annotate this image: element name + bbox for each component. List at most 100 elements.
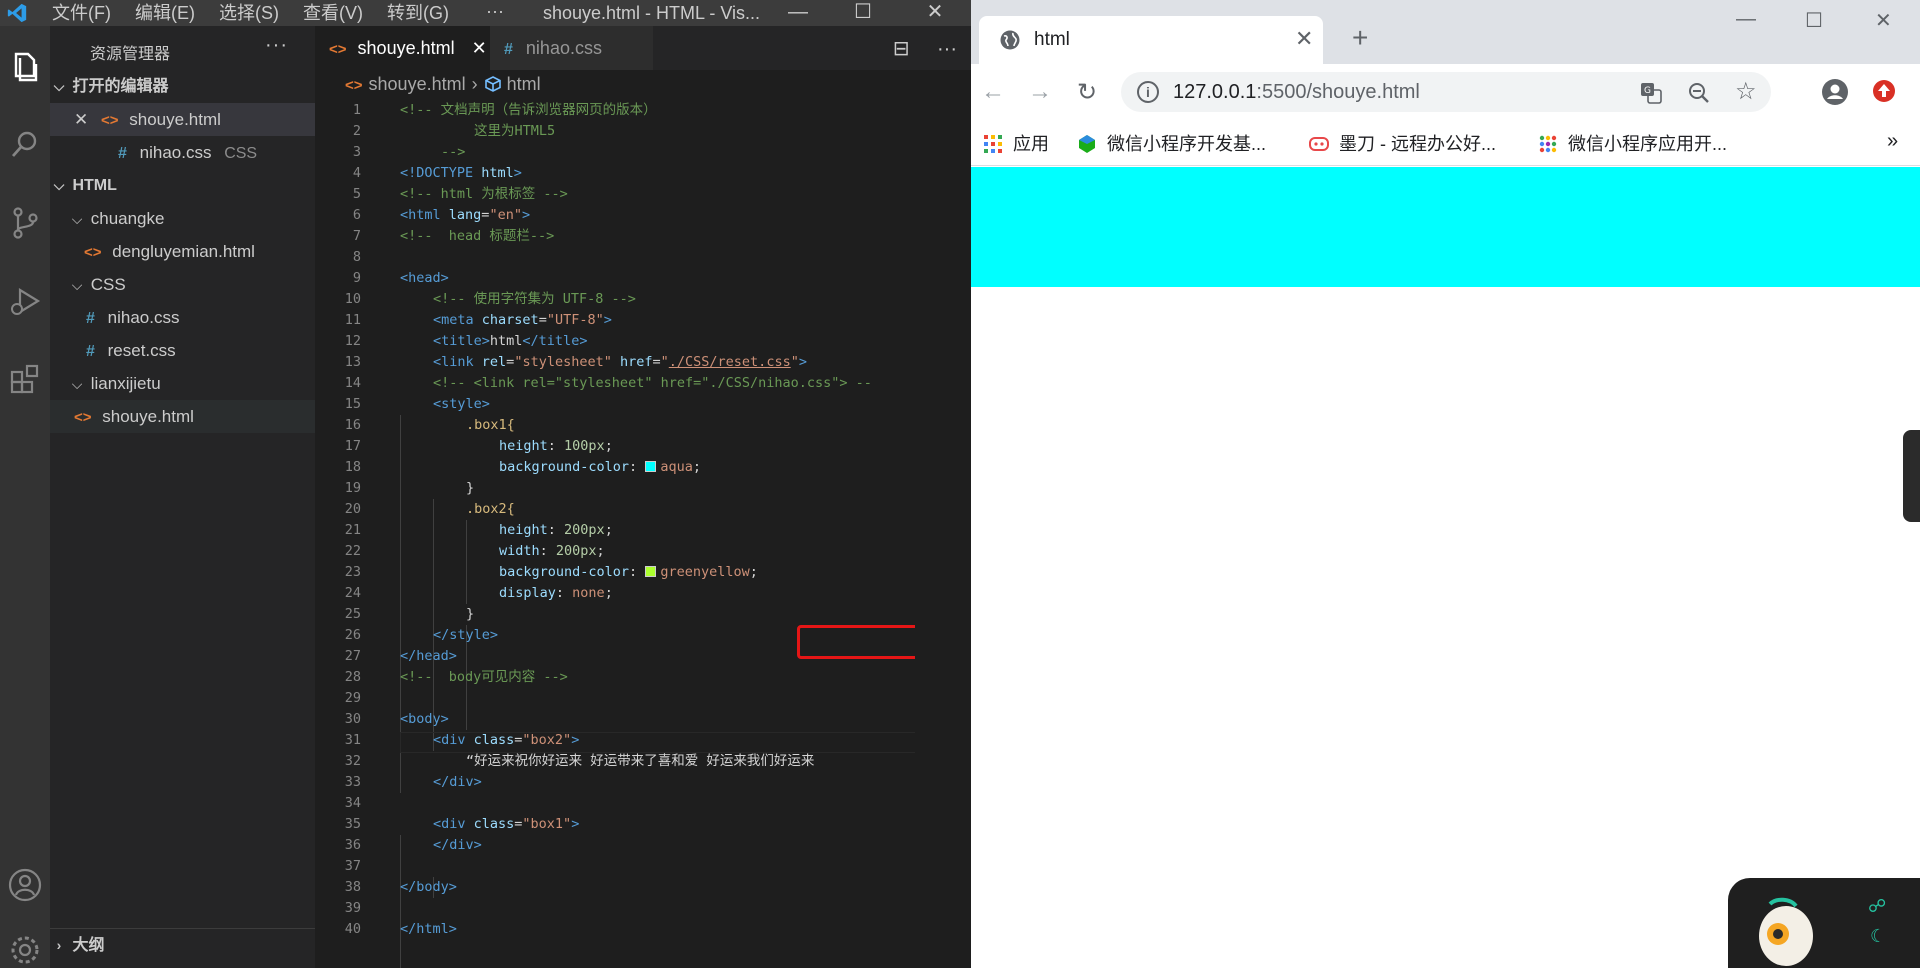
bookmark-modao[interactable]: 墨刀 - 远程办公好... bbox=[1309, 130, 1496, 156]
translate-icon[interactable]: G bbox=[1640, 82, 1662, 104]
tree-file-nihao-css[interactable]: # nihao.css bbox=[50, 301, 315, 334]
code-text: height: 100px; bbox=[499, 438, 613, 454]
line-number: 9 bbox=[352, 270, 361, 286]
code-line: 31 <div class="box2"> bbox=[315, 730, 915, 751]
source-control-icon[interactable] bbox=[6, 204, 44, 242]
tree-folder-chuangke[interactable]: ⌵ chuangke bbox=[50, 202, 315, 235]
browser-tab[interactable]: html ✕ bbox=[979, 16, 1323, 64]
widget-tool-icon[interactable]: ☍ bbox=[1868, 896, 1886, 917]
zoom-out-icon[interactable] bbox=[1688, 82, 1710, 104]
menu-edit[interactable]: 编辑(E) bbox=[135, 0, 195, 26]
vscode-minimize-button[interactable]: — bbox=[775, 0, 821, 26]
color-swatch-greenyellow[interactable] bbox=[645, 566, 657, 577]
code-text: display: none; bbox=[499, 585, 613, 601]
bookmark-wechat-app[interactable]: 微信小程序应用开... bbox=[1538, 130, 1727, 156]
accounts-icon[interactable] bbox=[6, 866, 44, 904]
browser-close-button[interactable]: ✕ bbox=[1875, 8, 1892, 33]
code-text: .box1{ bbox=[466, 417, 515, 433]
workspace-section[interactable]: ⌵ HTML bbox=[50, 169, 315, 202]
code-editor[interactable]: 1 <!-- 文档声明（告诉浏览器网页的版本） 2 这里为HTML5 3 --> 4 <… bbox=[315, 100, 915, 968]
code-text: <!-- body可见内容 --> bbox=[400, 669, 568, 685]
line-number: 39 bbox=[344, 900, 361, 916]
bookmark-label: 微信小程序应用开... bbox=[1568, 134, 1728, 154]
tree-file-shouye[interactable]: <> shouye.html bbox=[50, 400, 315, 433]
tree-folder-css[interactable]: ⌵ CSS bbox=[50, 268, 315, 301]
color-swatch-aqua[interactable] bbox=[645, 461, 657, 472]
site-info-icon[interactable]: i bbox=[1137, 81, 1159, 103]
menu-file[interactable]: 文件(F) bbox=[52, 0, 111, 26]
browser-maximize-button[interactable]: ☐ bbox=[1805, 8, 1823, 33]
run-debug-icon[interactable] bbox=[6, 282, 44, 320]
browser-minimize-button[interactable]: — bbox=[1736, 8, 1756, 31]
open-editors-section[interactable]: ⌵ 打开的编辑器 bbox=[50, 70, 315, 103]
explorer-more-button[interactable]: ··· bbox=[265, 34, 288, 57]
menu-more-button[interactable]: ··· bbox=[486, 0, 504, 22]
tab-shouye-html[interactable]: <> shouye.html ✕ bbox=[315, 26, 490, 70]
outline-section[interactable]: › 大纲 bbox=[50, 928, 315, 961]
explorer-icon[interactable] bbox=[6, 48, 44, 86]
menu-go[interactable]: 转到(G) bbox=[387, 0, 449, 26]
search-icon[interactable] bbox=[6, 126, 44, 164]
html-file-icon: <> bbox=[345, 77, 363, 94]
breadcrumb: <> shouye.html › html bbox=[315, 70, 971, 98]
line-number: 4 bbox=[352, 165, 361, 181]
update-extension-icon[interactable] bbox=[1871, 78, 1897, 104]
line-number: 13 bbox=[344, 354, 361, 370]
vscode-window-title: shouye.html - HTML - Vis... bbox=[543, 3, 761, 23]
tab-nihao-css[interactable]: # nihao.css bbox=[490, 26, 653, 70]
bookmark-apps[interactable]: 应用 bbox=[983, 130, 1049, 156]
profile-avatar-icon[interactable] bbox=[1821, 78, 1849, 106]
line-number: 10 bbox=[344, 291, 361, 307]
split-editor-icon[interactable]: ⊟ bbox=[893, 38, 910, 60]
chevron-down-icon: ⌵ bbox=[53, 78, 65, 94]
chevron-down-icon: ⌵ bbox=[71, 211, 83, 227]
bookmarks-overflow-button[interactable]: » bbox=[1887, 130, 1898, 153]
bookmark-wechat-dev[interactable]: 微信小程序开发基... bbox=[1077, 130, 1266, 156]
line-number: 14 bbox=[344, 375, 361, 391]
editor-more-button[interactable]: ··· bbox=[937, 38, 957, 60]
code-text: <!-- 文档声明（告诉浏览器网页的版本） bbox=[400, 102, 657, 118]
vscode-maximize-button[interactable]: ☐ bbox=[840, 0, 886, 26]
tab-close-icon[interactable]: ✕ bbox=[472, 38, 487, 58]
reload-icon[interactable]: ↻ bbox=[1077, 78, 1097, 107]
breadcrumb-file[interactable]: shouye.html bbox=[369, 74, 466, 94]
tree-file-reset-css[interactable]: # reset.css bbox=[50, 334, 315, 367]
line-number: 22 bbox=[344, 543, 361, 559]
bookmark-label: 微信小程序开发基... bbox=[1107, 134, 1267, 154]
url-host: 127.0.0.1 bbox=[1173, 81, 1257, 103]
editor-actions: ⊟ ··· bbox=[893, 36, 957, 61]
moon-icon[interactable]: ☾ bbox=[1870, 926, 1886, 947]
extensions-icon[interactable] bbox=[6, 360, 44, 398]
code-line: 19} bbox=[315, 478, 915, 499]
tree-folder-lianxijietu[interactable]: ⌵ lianxijietu bbox=[50, 367, 315, 400]
line-number: 16 bbox=[344, 417, 361, 433]
line-number: 2 bbox=[352, 123, 361, 139]
browser-tab-title: html bbox=[1034, 29, 1070, 50]
address-bar[interactable]: i 127.0.0.1:5500/shouye.html G ☆ bbox=[1121, 72, 1771, 112]
settings-gear-icon[interactable] bbox=[6, 931, 44, 968]
line-number: 12 bbox=[344, 333, 361, 349]
code-line: 23 background-color: greenyellow; bbox=[315, 562, 915, 583]
code-line: 3 --> bbox=[315, 142, 915, 163]
forward-arrow-icon[interactable]: → bbox=[1028, 78, 1052, 106]
code-line: 14 <!-- <link rel="stylesheet" href="./CS… bbox=[315, 373, 915, 394]
bookmark-star-icon[interactable]: ☆ bbox=[1735, 77, 1757, 106]
menu-selection[interactable]: 选择(S) bbox=[219, 0, 279, 26]
tree-item-label: CSS bbox=[90, 275, 126, 294]
breadcrumb-symbol[interactable]: html bbox=[507, 74, 541, 94]
vscode-close-button[interactable]: ✕ bbox=[912, 0, 958, 26]
back-arrow-icon[interactable]: ← bbox=[981, 78, 1005, 106]
close-icon[interactable]: ✕ bbox=[74, 110, 88, 129]
code-text: background-color: greenyellow; bbox=[499, 564, 758, 580]
floating-side-tab[interactable] bbox=[1903, 430, 1920, 522]
tab-label: nihao.css bbox=[525, 38, 602, 58]
floating-mascot-widget[interactable]: ☍ ☾ bbox=[1728, 878, 1920, 968]
open-editor-nihao[interactable]: # nihao.css CSS bbox=[50, 136, 315, 169]
tree-file-dengluyemian[interactable]: <> dengluyemian.html bbox=[50, 235, 315, 268]
open-editor-shouye[interactable]: ✕ <> shouye.html bbox=[50, 103, 315, 136]
browser-tab-close-icon[interactable]: ✕ bbox=[1295, 26, 1313, 52]
menu-view[interactable]: 查看(V) bbox=[303, 0, 363, 26]
new-tab-button[interactable]: + bbox=[1352, 22, 1368, 54]
code-text: <div class="box1"> bbox=[433, 816, 580, 832]
line-number: 23 bbox=[344, 564, 361, 580]
